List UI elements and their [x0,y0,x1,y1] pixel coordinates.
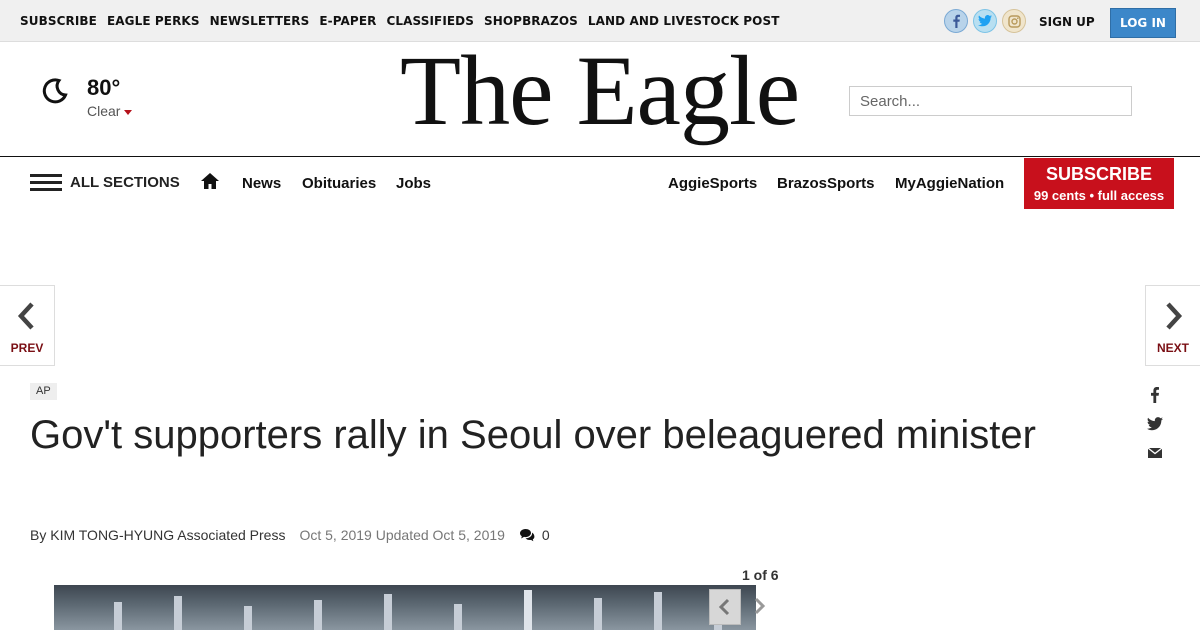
weather-temperature[interactable]: 80° [87,75,120,101]
nav-link-news[interactable]: News [242,175,281,192]
chevron-left-icon [718,598,730,616]
facebook-icon[interactable] [944,9,968,33]
article-headline: Gov't supporters rally in Seoul over bel… [30,413,1036,457]
hamburger-menu-icon[interactable] [30,174,62,191]
weather-condition-label: Clear [87,103,121,119]
utility-link-newsletters[interactable]: NEWSLETTERS [210,14,310,28]
article-tag[interactable]: AP [30,383,57,400]
instagram-icon[interactable] [1002,9,1026,33]
utility-link-e-paper[interactable]: E-PAPER [319,14,376,28]
gallery-counter: 1 of 6 [742,567,779,583]
chevron-right-icon [754,597,766,615]
sign-up-link[interactable]: SIGN UP [1039,15,1095,29]
prev-article-button[interactable]: PREV [0,285,55,366]
comment-count[interactable]: 0 [542,527,550,543]
site-logo[interactable]: The Eagle [400,36,800,146]
gallery-photo[interactable] [54,585,756,630]
search-input[interactable] [849,86,1132,116]
moon-icon [42,78,68,104]
gallery-next-button[interactable] [748,589,770,625]
nav-link-brazossports[interactable]: BrazosSports [777,175,875,192]
utility-link-eagle-perks[interactable]: EAGLE PERKS [107,14,200,28]
all-sections-link[interactable]: ALL SECTIONS [70,174,180,191]
nav-link-aggiesports[interactable]: AggieSports [668,175,757,192]
share-twitter-icon[interactable] [1147,416,1163,432]
chevron-left-icon [17,302,34,330]
subscribe-title: SUBSCRIBE [1045,164,1152,184]
chevron-right-icon [1166,302,1183,330]
utility-link-shopbrazos[interactable]: SHOPBRAZOS [484,14,578,28]
prev-label: PREV [10,341,44,355]
next-article-button[interactable]: NEXT [1145,285,1200,366]
caret-down-icon [124,109,133,115]
nav-link-jobs[interactable]: Jobs [396,175,431,192]
log-in-button[interactable]: LOG IN [1110,8,1176,38]
article-dates: Oct 5, 2019 Updated Oct 5, 2019 [299,527,505,543]
gallery-prev-button[interactable] [709,589,741,625]
utility-links: SUBSCRIBE EAGLE PERKS NEWSLETTERS E-PAPE… [20,14,780,28]
subscribe-offer: 99 cents • full access [1033,188,1165,203]
utility-link-land-livestock[interactable]: LAND AND LIVESTOCK POST [588,14,780,28]
weather-condition[interactable]: Clear [87,103,133,119]
home-icon[interactable] [200,171,220,191]
nav-link-obituaries[interactable]: Obituaries [302,175,376,192]
utility-link-subscribe[interactable]: SUBSCRIBE [20,14,97,28]
next-label: NEXT [1156,341,1189,355]
twitter-icon[interactable] [973,9,997,33]
comments-icon[interactable] [519,528,536,542]
main-nav: ALL SECTIONS News Obituaries Jobs AggieS… [0,156,1200,209]
share-facebook-icon[interactable] [1147,387,1163,403]
article-byline: By KIM TONG-HYUNG Associated Press Oct 5… [30,527,550,543]
subscribe-button[interactable]: SUBSCRIBE 99 cents • full access [1024,158,1174,209]
utility-link-classifieds[interactable]: CLASSIFIEDS [386,14,474,28]
nav-link-myaggienation[interactable]: MyAggieNation [895,175,1004,192]
byline-author[interactable]: By KIM TONG-HYUNG Associated Press [30,527,285,543]
share-email-icon[interactable] [1147,445,1163,461]
